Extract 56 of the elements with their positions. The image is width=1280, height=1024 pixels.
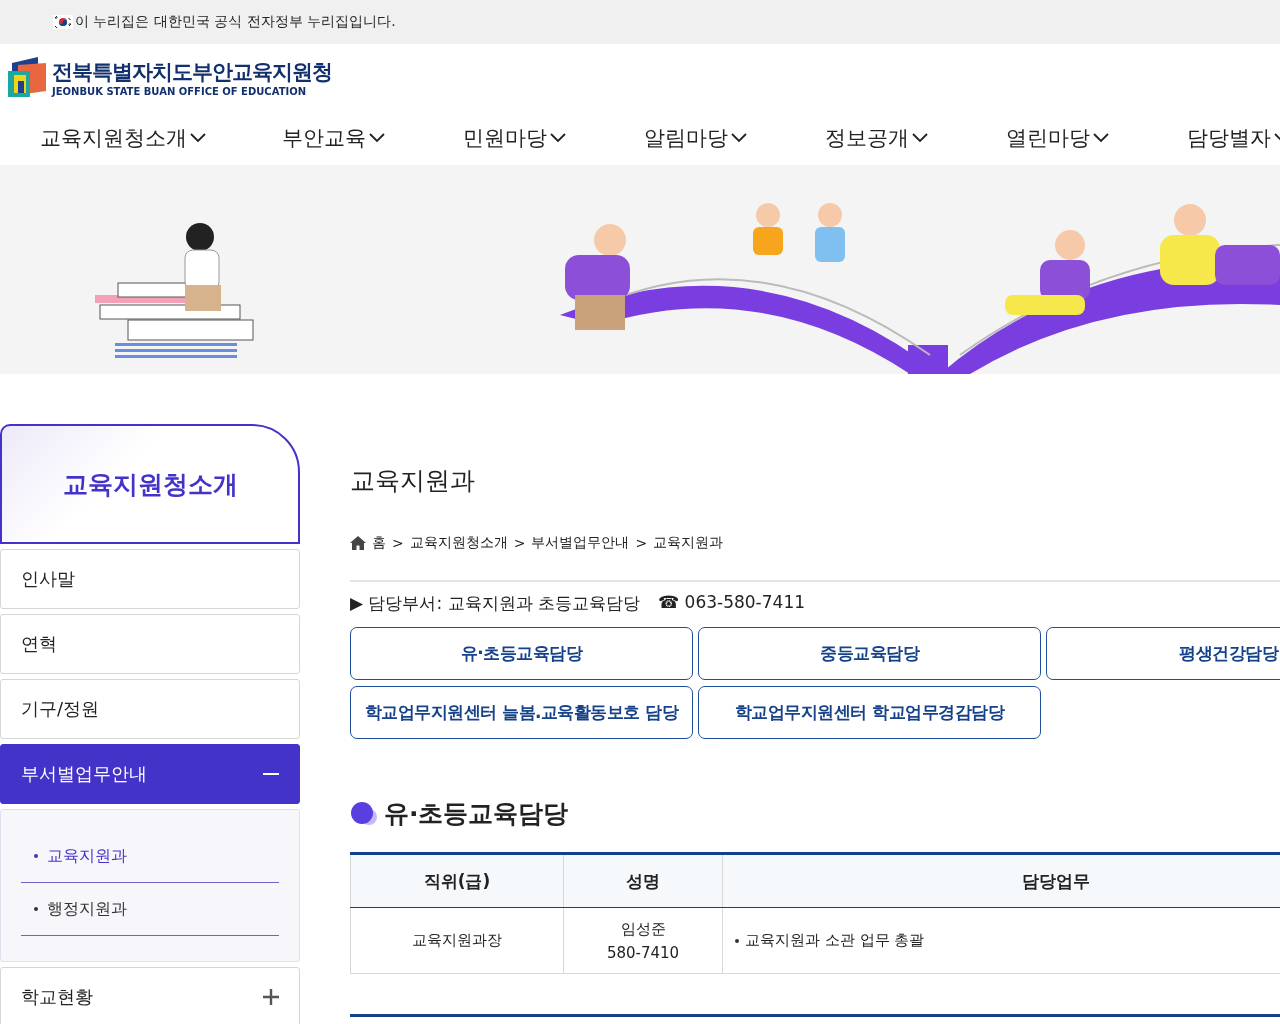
logo-title: 전북특별자치도부안교육지원청 xyxy=(52,58,332,86)
sidebar-menu-item[interactable]: 연혁 xyxy=(0,614,300,674)
nav-menu-item[interactable]: 열린마당 xyxy=(1006,123,1187,152)
breadcrumb-link[interactable]: 부서별업무안내 xyxy=(531,534,630,552)
chevron-down-icon xyxy=(369,132,385,143)
team-button[interactable]: 중등교육담당 xyxy=(698,627,1041,680)
breadcrumb-separator: > xyxy=(513,535,526,551)
submenu-item[interactable]: 행정지원과 xyxy=(21,883,279,936)
table-header-cell: 직위(급) xyxy=(350,853,564,908)
team-button[interactable]: 평생건강담당 xyxy=(1046,627,1280,680)
logo-icon xyxy=(8,55,48,99)
breadcrumb-link[interactable]: 홈 xyxy=(372,534,386,552)
sidebar-menu-item[interactable]: 기구/정원 xyxy=(0,679,300,739)
nav-menu-item[interactable]: 교육지원청소개 xyxy=(40,123,282,152)
nav-menu-item[interactable]: 알림마당 xyxy=(644,123,825,152)
table-cell-text: 임성준 xyxy=(619,918,667,940)
table-cell: 교육지원과장 xyxy=(350,907,564,974)
nav-menu-item[interactable]: 담당별자 xyxy=(1187,123,1280,152)
minus-icon xyxy=(263,773,279,775)
chevron-down-icon xyxy=(731,132,747,143)
gov-notice-text: 이 누리집은 대한민국 공식 전자정부 누리집입니다. xyxy=(75,13,396,31)
breadcrumb-link[interactable]: 교육지원청소개 xyxy=(409,534,508,552)
bullet-icon xyxy=(34,907,38,911)
chevron-down-icon xyxy=(550,132,566,143)
section-title: 유·초등교육담당 xyxy=(384,798,569,830)
breadcrumb-link[interactable]: 교육지원과 xyxy=(653,534,724,552)
team-button[interactable]: 학교업무지원센터 늘봄.교육활동보호 담당 xyxy=(350,686,693,739)
flag-icon xyxy=(53,15,73,29)
breadcrumb-separator: > xyxy=(392,535,404,551)
nav-menu-item[interactable]: 정보공개 xyxy=(825,123,1006,152)
breadcrumb-separator: > xyxy=(635,535,648,551)
chevron-down-icon xyxy=(1093,132,1109,143)
bullet-icon xyxy=(34,854,38,858)
sidebar-menu-item[interactable]: 인사말 xyxy=(0,549,300,609)
nav-menu-item[interactable]: 부안교육 xyxy=(282,123,463,152)
bullet-icon xyxy=(735,938,739,943)
sidebar-menu-item[interactable]: 학교현황 xyxy=(0,967,300,1024)
plus-icon xyxy=(263,989,279,1005)
bullet-circles-icon xyxy=(350,801,378,826)
table-cell: 교육지원과 소관 업무 총괄 xyxy=(745,931,925,950)
team-button[interactable]: 유·초등교육담당 xyxy=(350,627,693,680)
submenu-item[interactable]: 교육지원과 xyxy=(21,830,279,883)
home-icon xyxy=(350,536,366,550)
nav-menu-item[interactable]: 민원마당 xyxy=(463,123,644,152)
department-label: ▶ 담당부서: 교육지원과 초등교육담당 xyxy=(350,592,640,615)
department-phone: ☎ 063-580-7411 xyxy=(658,592,806,614)
table-header-cell: 담당업무 xyxy=(722,853,1280,908)
logo-subtitle: JEONBUK STATE BUAN OFFICE OF EDUCATION xyxy=(52,85,308,97)
page-title: 교육지원과 xyxy=(350,465,476,497)
sidebar-menu-item[interactable]: 부서별업무안내 xyxy=(0,744,300,804)
chevron-down-icon xyxy=(190,132,206,143)
chevron-down-icon xyxy=(912,132,928,143)
table-cell-text: 580-7410 xyxy=(605,942,681,964)
table-header-cell: 성명 xyxy=(563,853,723,908)
sidebar-title: 교육지원청소개 xyxy=(62,468,238,501)
team-button[interactable]: 학교업무지원센터 학교업무경감담당 xyxy=(698,686,1041,739)
